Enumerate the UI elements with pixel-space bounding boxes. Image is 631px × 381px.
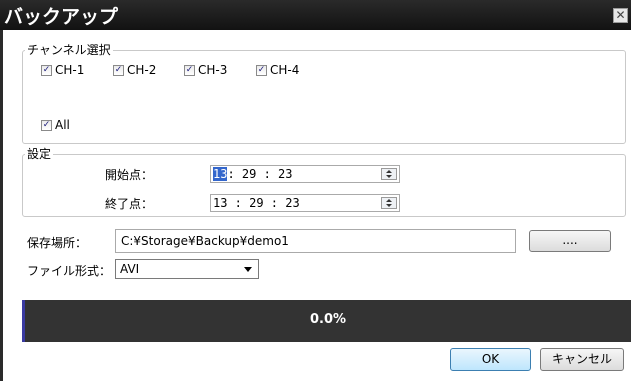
start-time-rest: : 29 : 23 <box>227 167 293 181</box>
start-time-label: 開始点： <box>105 168 154 182</box>
dropdown-arrow-icon[interactable] <box>244 267 252 272</box>
channel-select-group: チャンネル選択 <box>22 44 626 144</box>
checkbox-ch1-box[interactable]: ✓ <box>41 64 52 76</box>
start-time-field[interactable]: 13: 29 : 23 <box>210 165 400 183</box>
checkbox-ch2[interactable]: ✓ CH-2 <box>113 63 156 77</box>
spin-down-icon[interactable] <box>386 175 392 178</box>
cancel-button[interactable]: キャンセル <box>540 348 624 371</box>
checkbox-ch3[interactable]: ✓ CH-3 <box>184 63 227 77</box>
checkbox-all-box[interactable]: ✓ <box>41 119 52 131</box>
checkbox-ch4[interactable]: ✓ CH-4 <box>256 63 299 77</box>
checkbox-all-label: All <box>55 118 70 132</box>
checkbox-ch4-box[interactable]: ✓ <box>256 64 267 76</box>
progress-percent: 0.0% <box>309 312 347 327</box>
progress-bar: 0.0% <box>22 300 631 342</box>
file-format-label: ファイル形式： <box>27 264 112 278</box>
checkbox-ch2-box[interactable]: ✓ <box>113 64 124 76</box>
spin-up-icon[interactable] <box>386 170 392 173</box>
browse-button[interactable]: .... <box>529 230 611 252</box>
end-time-spinner[interactable] <box>381 197 397 209</box>
channel-select-legend: チャンネル選択 <box>27 43 111 57</box>
checkbox-ch4-label: CH-4 <box>270 63 300 77</box>
checkbox-all[interactable]: ✓ All <box>41 118 70 132</box>
title-bar: バックアップ ✕ <box>0 0 631 30</box>
spin-down-icon[interactable] <box>386 204 392 207</box>
checkbox-ch1[interactable]: ✓ CH-1 <box>41 63 84 77</box>
checkbox-ch3-label: CH-3 <box>198 63 228 77</box>
save-location-input[interactable]: C:¥Storage¥Backup¥demo1 <box>115 229 516 253</box>
close-icon[interactable]: ✕ <box>613 8 628 23</box>
window-left-border <box>0 30 3 381</box>
spin-up-icon[interactable] <box>386 199 392 202</box>
save-location-label: 保存場所： <box>27 236 88 250</box>
end-time-field[interactable]: 13 : 29 : 23 <box>210 194 400 212</box>
file-format-select[interactable]: AVI <box>115 259 259 279</box>
ok-button[interactable]: OK <box>450 348 531 371</box>
start-time-spinner[interactable] <box>381 168 397 180</box>
checkbox-ch3-box[interactable]: ✓ <box>184 64 195 76</box>
end-time-value: 13 : 29 : 23 <box>213 196 300 210</box>
window-title: バックアップ <box>4 6 119 28</box>
end-time-label: 終了点： <box>105 197 154 211</box>
file-format-value: AVI <box>120 262 140 276</box>
start-time-hour[interactable]: 13 <box>213 167 228 181</box>
checkbox-ch1-label: CH-1 <box>55 63 85 77</box>
settings-legend: 設定 <box>27 147 52 161</box>
checkbox-ch2-label: CH-2 <box>127 63 157 77</box>
